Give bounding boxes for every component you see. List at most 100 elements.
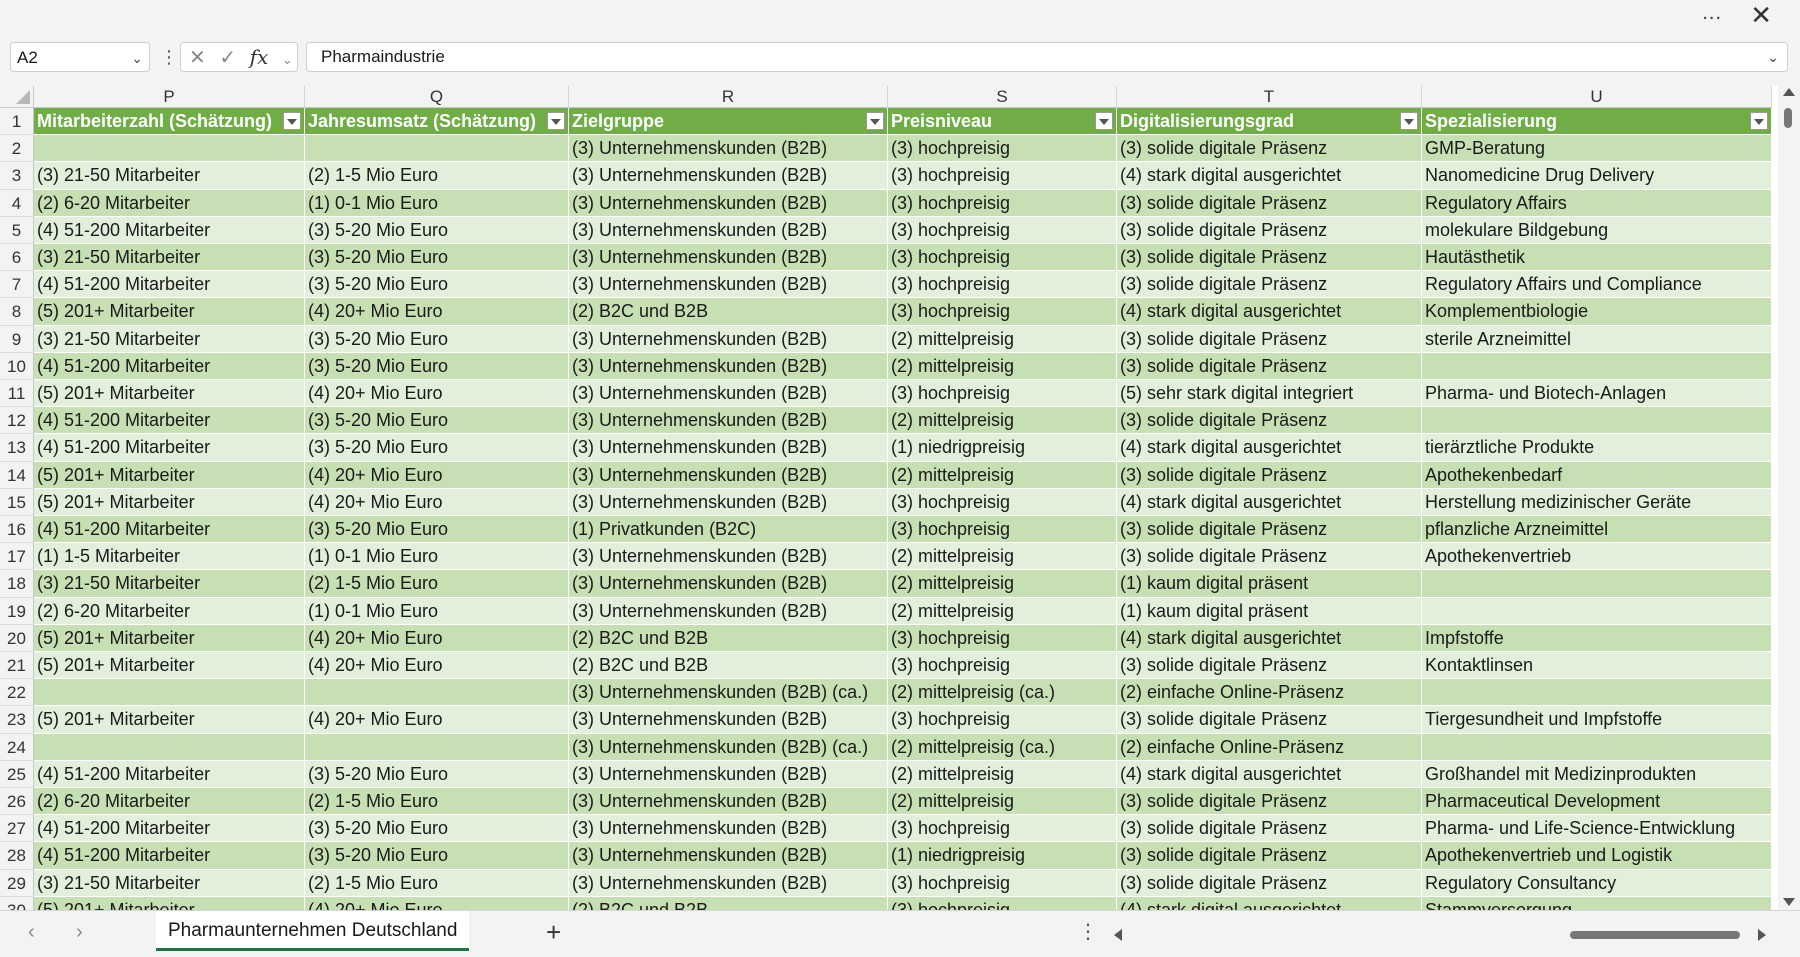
table-cell[interactable]: (2) B2C und B2B bbox=[569, 298, 888, 326]
row-number[interactable]: 7 bbox=[0, 271, 34, 299]
table-cell[interactable]: (3) 5-20 Mio Euro bbox=[305, 760, 569, 788]
column-header-q[interactable]: Q bbox=[305, 86, 569, 108]
table-cell[interactable]: (2) 1-5 Mio Euro bbox=[305, 570, 569, 598]
vertical-scrollbar[interactable] bbox=[1778, 86, 1800, 910]
table-cell[interactable]: (3) Unternehmenskunden (B2B) bbox=[569, 271, 888, 299]
table-cell[interactable]: (3) 5-20 Mio Euro bbox=[305, 815, 569, 843]
column-header-s[interactable]: S bbox=[888, 86, 1117, 108]
table-cell[interactable]: (3) hochpreisig bbox=[888, 815, 1117, 843]
table-cell[interactable]: (3) hochpreisig bbox=[888, 624, 1117, 652]
table-cell[interactable]: (2) 6-20 Mitarbeiter bbox=[34, 189, 305, 217]
column-header-r[interactable]: R bbox=[569, 86, 888, 108]
filter-dropdown-icon[interactable] bbox=[1095, 112, 1113, 130]
prev-sheet-icon[interactable]: ‹ bbox=[28, 921, 35, 944]
row-number[interactable]: 4 bbox=[0, 189, 34, 217]
column-header-p[interactable]: P bbox=[34, 86, 305, 108]
table-cell[interactable]: (3) Unternehmenskunden (B2B) bbox=[569, 815, 888, 843]
row-number[interactable]: 10 bbox=[0, 352, 34, 380]
table-cell[interactable]: (3) 5-20 Mio Euro bbox=[305, 325, 569, 353]
row-number[interactable]: 8 bbox=[0, 298, 34, 326]
row-number[interactable]: 20 bbox=[0, 624, 34, 652]
row-number[interactable]: 18 bbox=[0, 570, 34, 598]
table-cell[interactable]: (4) 20+ Mio Euro bbox=[305, 298, 569, 326]
row-number[interactable]: 16 bbox=[0, 516, 34, 544]
cancel-icon[interactable]: ✕ bbox=[189, 44, 206, 72]
table-cell[interactable]: (4) 51-200 Mitarbeiter bbox=[34, 434, 305, 462]
table-cell[interactable]: (1) niedrigpreisig bbox=[888, 842, 1117, 870]
table-cell[interactable]: Pharma- und Biotech-Anlagen bbox=[1422, 380, 1772, 408]
scroll-right-icon[interactable] bbox=[1758, 929, 1766, 941]
filter-dropdown-icon[interactable] bbox=[866, 112, 884, 130]
table-cell[interactable]: (2) mittelpreisig (ca.) bbox=[888, 679, 1117, 707]
table-cell[interactable]: (1) 0-1 Mio Euro bbox=[305, 597, 569, 625]
row-number[interactable]: 29 bbox=[0, 869, 34, 897]
table-cell[interactable]: (4) stark digital ausgerichtet bbox=[1117, 896, 1422, 910]
row-number[interactable]: 11 bbox=[0, 380, 34, 408]
table-cell[interactable]: (3) Unternehmenskunden (B2B) bbox=[569, 488, 888, 516]
table-cell[interactable]: (2) 1-5 Mio Euro bbox=[305, 162, 569, 190]
table-cell[interactable]: (3) solide digitale Präsenz bbox=[1117, 216, 1422, 244]
table-cell[interactable]: molekulare Bildgebung bbox=[1422, 216, 1772, 244]
table-cell[interactable]: (1) Privatkunden (B2C) bbox=[569, 516, 888, 544]
table-cell[interactable]: (4) stark digital ausgerichtet bbox=[1117, 298, 1422, 326]
table-cell[interactable]: (4) stark digital ausgerichtet bbox=[1117, 624, 1422, 652]
table-cell[interactable]: Nanomedicine Drug Delivery bbox=[1422, 162, 1772, 190]
table-cell[interactable]: (3) Unternehmenskunden (B2B) bbox=[569, 869, 888, 897]
table-cell[interactable]: (2) mittelpreisig bbox=[888, 543, 1117, 571]
header-cell[interactable]: Spezialisierung bbox=[1422, 108, 1772, 136]
table-cell[interactable]: (5) 201+ Mitarbeiter bbox=[34, 488, 305, 516]
table-cell[interactable] bbox=[34, 679, 305, 707]
table-cell[interactable]: (3) solide digitale Präsenz bbox=[1117, 352, 1422, 380]
row-number[interactable]: 1 bbox=[0, 108, 34, 136]
row-number[interactable]: 23 bbox=[0, 706, 34, 734]
table-cell[interactable]: (4) stark digital ausgerichtet bbox=[1117, 434, 1422, 462]
table-cell[interactable]: Regulatory Consultancy bbox=[1422, 869, 1772, 897]
table-cell[interactable]: Apothekenvertrieb bbox=[1422, 543, 1772, 571]
table-cell[interactable]: (3) 5-20 Mio Euro bbox=[305, 842, 569, 870]
table-cell[interactable]: (2) einfache Online-Präsenz bbox=[1117, 679, 1422, 707]
table-cell[interactable]: (3) Unternehmenskunden (B2B) bbox=[569, 189, 888, 217]
table-cell[interactable]: (1) niedrigpreisig bbox=[888, 434, 1117, 462]
table-cell[interactable]: (3) Unternehmenskunden (B2B) bbox=[569, 434, 888, 462]
row-number[interactable]: 15 bbox=[0, 488, 34, 516]
table-cell[interactable]: (3) hochpreisig bbox=[888, 298, 1117, 326]
table-cell[interactable]: sterile Arzneimittel bbox=[1422, 325, 1772, 353]
table-cell[interactable]: Kontaktlinsen bbox=[1422, 652, 1772, 680]
table-cell[interactable]: (3) Unternehmenskunden (B2B) bbox=[569, 543, 888, 571]
table-cell[interactable]: (3) 21-50 Mitarbeiter bbox=[34, 162, 305, 190]
add-sheet-icon[interactable]: + bbox=[546, 917, 561, 948]
table-cell[interactable]: (2) mittelpreisig bbox=[888, 407, 1117, 435]
row-number[interactable]: 12 bbox=[0, 407, 34, 435]
table-cell[interactable]: (3) hochpreisig bbox=[888, 652, 1117, 680]
table-cell[interactable]: (3) Unternehmenskunden (B2B) bbox=[569, 352, 888, 380]
table-cell[interactable]: (2) 1-5 Mio Euro bbox=[305, 788, 569, 816]
table-cell[interactable]: (3) 21-50 Mitarbeiter bbox=[34, 869, 305, 897]
table-cell[interactable]: (1) kaum digital präsent bbox=[1117, 597, 1422, 625]
table-cell[interactable]: (3) 21-50 Mitarbeiter bbox=[34, 244, 305, 272]
row-number[interactable]: 30 bbox=[0, 896, 34, 910]
table-cell[interactable]: (2) B2C und B2B bbox=[569, 652, 888, 680]
vertical-scroll-thumb[interactable] bbox=[1784, 108, 1792, 128]
filter-dropdown-icon[interactable] bbox=[1400, 112, 1418, 130]
table-cell[interactable]: (1) 0-1 Mio Euro bbox=[305, 189, 569, 217]
table-cell[interactable]: (4) 51-200 Mitarbeiter bbox=[34, 516, 305, 544]
table-cell[interactable]: (4) 20+ Mio Euro bbox=[305, 624, 569, 652]
table-cell[interactable]: (3) hochpreisig bbox=[888, 162, 1117, 190]
table-cell[interactable]: (4) 20+ Mio Euro bbox=[305, 488, 569, 516]
name-box[interactable]: A2 ⌄ bbox=[10, 42, 150, 72]
table-cell[interactable]: (1) 1-5 Mitarbeiter bbox=[34, 543, 305, 571]
header-cell[interactable]: Zielgruppe bbox=[569, 108, 888, 136]
table-cell[interactable]: (3) 5-20 Mio Euro bbox=[305, 244, 569, 272]
table-cell[interactable] bbox=[1422, 679, 1772, 707]
table-cell[interactable]: (5) 201+ Mitarbeiter bbox=[34, 706, 305, 734]
header-cell[interactable]: Preisniveau bbox=[888, 108, 1117, 136]
table-cell[interactable]: Großhandel mit Medizinprodukten bbox=[1422, 760, 1772, 788]
table-cell[interactable]: (1) 0-1 Mio Euro bbox=[305, 543, 569, 571]
row-number[interactable]: 17 bbox=[0, 543, 34, 571]
table-cell[interactable]: (3) Unternehmenskunden (B2B) bbox=[569, 461, 888, 489]
table-cell[interactable]: (4) 20+ Mio Euro bbox=[305, 652, 569, 680]
row-number[interactable]: 22 bbox=[0, 679, 34, 707]
table-cell[interactable] bbox=[1422, 597, 1772, 625]
table-cell[interactable] bbox=[1422, 407, 1772, 435]
table-cell[interactable]: (5) sehr stark digital integriert bbox=[1117, 380, 1422, 408]
